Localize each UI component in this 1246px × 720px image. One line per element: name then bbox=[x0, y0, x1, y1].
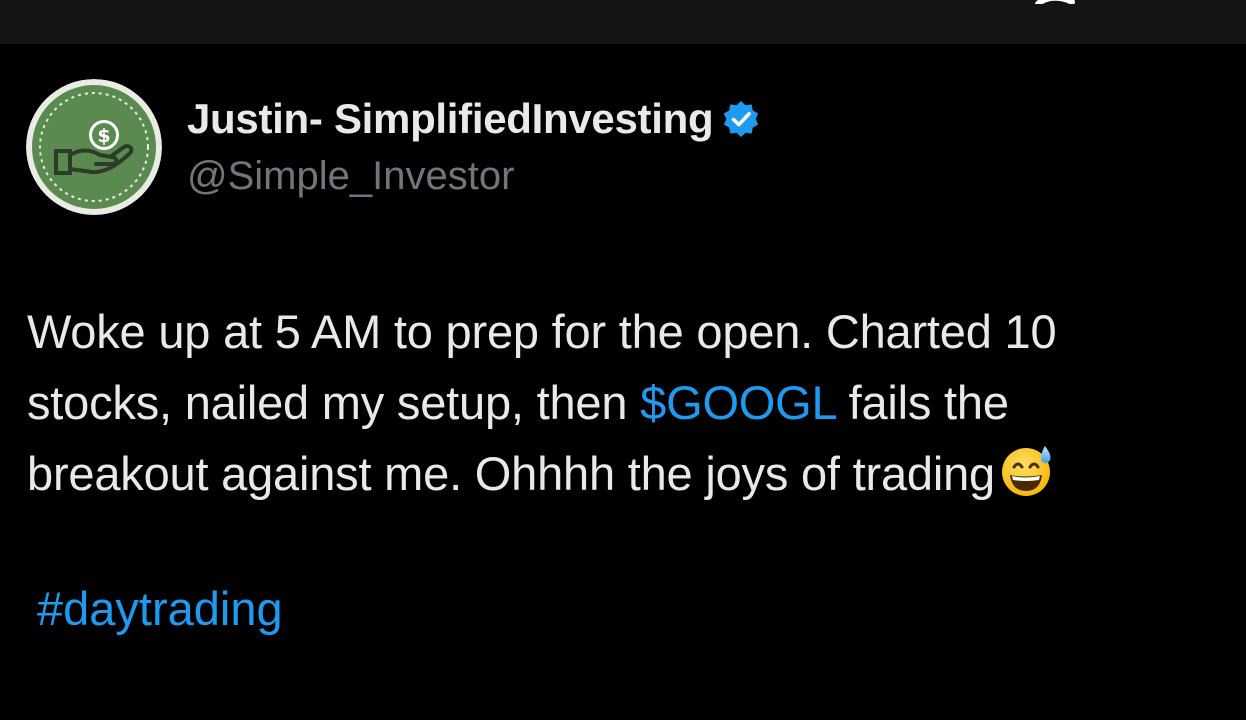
tweet-text: Woke up at 5 AM to prep for the open. Ch… bbox=[27, 296, 1227, 509]
verified-badge-icon bbox=[724, 101, 759, 137]
tweet[interactable]: $ Justin- SimplifiedInvesting @Simple_In… bbox=[0, 44, 1246, 720]
display-name-row: Justin- SimplifiedInvesting bbox=[187, 94, 761, 144]
hashtag-link[interactable]: #daytrading bbox=[37, 582, 283, 635]
display-name[interactable]: Justin- SimplifiedInvesting bbox=[187, 95, 714, 143]
tweet-text-line: breakout against me. Ohhhh the joys of t… bbox=[27, 438, 1227, 509]
grinning-face-with-sweat-emoji bbox=[1001, 446, 1051, 496]
top-corner-icon bbox=[1035, 0, 1075, 4]
top-bar bbox=[0, 0, 1246, 44]
author-block: Justin- SimplifiedInvesting @Simple_Inve… bbox=[187, 94, 761, 234]
avatar[interactable]: $ bbox=[26, 79, 162, 215]
tweet-text-segment: breakout against me. Ohhhh the joys of t… bbox=[27, 447, 995, 500]
cashtag-link[interactable]: $GOOGL bbox=[640, 376, 836, 429]
hashtag-row: #daytrading bbox=[37, 576, 283, 642]
money-hand-icon: $ bbox=[26, 79, 162, 215]
tweet-text-segment: fails the bbox=[835, 376, 1009, 429]
tweet-text-segment: stocks, nailed my setup, then bbox=[27, 376, 641, 429]
svg-text:$: $ bbox=[97, 125, 110, 147]
author-handle[interactable]: @Simple_Investor bbox=[187, 154, 761, 199]
tweet-text-line: stocks, nailed my setup, then $GOOGL fai… bbox=[27, 367, 1227, 438]
tweet-text-line: Woke up at 5 AM to prep for the open. Ch… bbox=[27, 305, 1057, 358]
